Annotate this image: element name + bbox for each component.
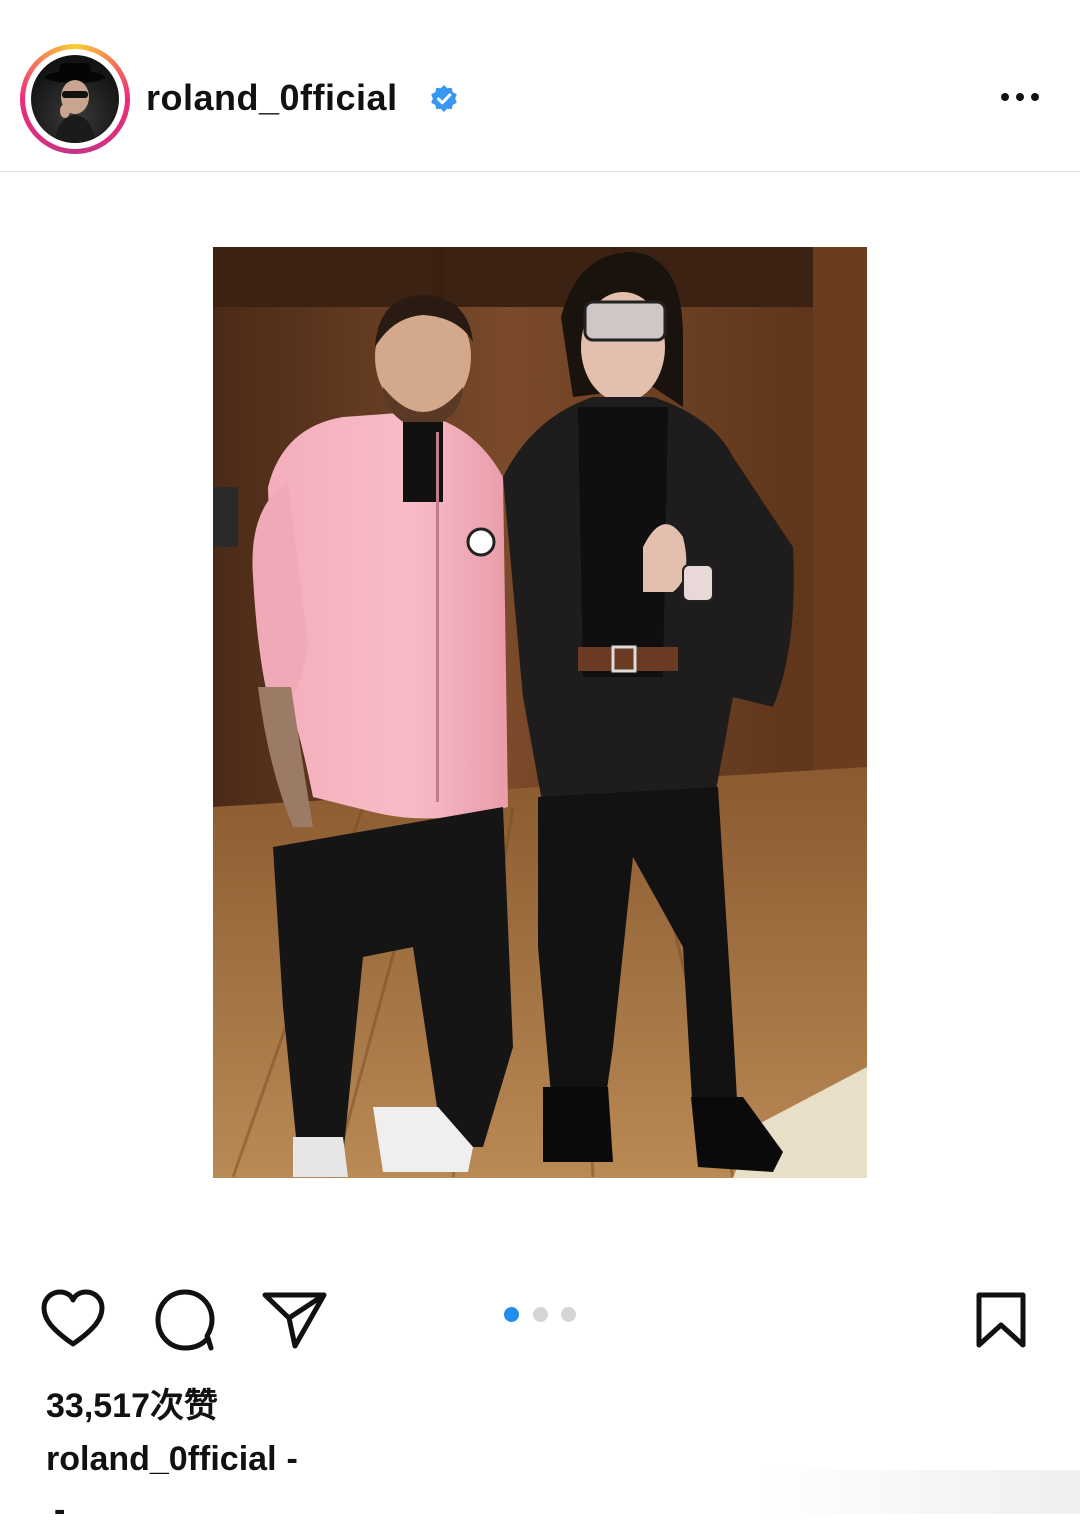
caption-second-line: - xyxy=(54,1491,66,1529)
photo-illustration xyxy=(213,247,867,1178)
verified-badge-icon xyxy=(431,85,457,112)
send-icon[interactable] xyxy=(262,1290,328,1350)
heart-icon[interactable] xyxy=(40,1288,106,1350)
likes-number: 33,517 xyxy=(46,1387,150,1425)
avatar-image xyxy=(45,63,105,143)
carousel-dot-2 xyxy=(533,1307,548,1322)
profile-avatar[interactable] xyxy=(31,55,119,143)
carousel-dot-3 xyxy=(561,1307,576,1322)
comment-icon[interactable] xyxy=(153,1288,217,1352)
carousel-dot-1 xyxy=(504,1307,519,1322)
caption-text: - xyxy=(286,1440,298,1478)
bottom-fade xyxy=(760,1470,1080,1514)
post-author-username[interactable]: roland_0fficial xyxy=(146,76,398,120)
post-caption: roland_0fficial - xyxy=(46,1437,298,1481)
carousel-indicator xyxy=(500,1306,580,1322)
caption-username[interactable]: roland_0fficial xyxy=(46,1440,277,1478)
bookmark-icon[interactable] xyxy=(974,1291,1028,1349)
likes-unit: 次赞 xyxy=(150,1386,218,1426)
likes-count[interactable]: 33,517次赞 xyxy=(46,1384,218,1428)
post-header: roland_0fficial xyxy=(0,0,1080,172)
post-photo[interactable] xyxy=(213,247,867,1178)
story-ring[interactable] xyxy=(20,44,130,154)
more-options-icon[interactable] xyxy=(990,80,1050,114)
